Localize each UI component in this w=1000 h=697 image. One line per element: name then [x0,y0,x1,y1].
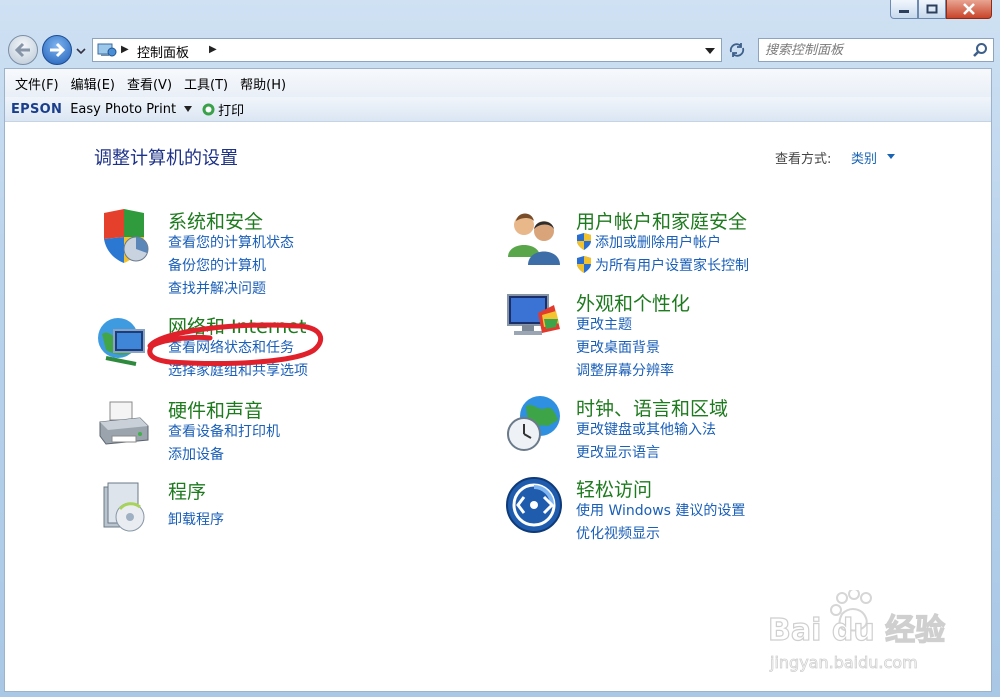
uac-shield-icon [577,256,591,273]
minimize-button[interactable] [890,0,918,19]
link-change-theme[interactable]: 更改主题 [576,314,632,334]
back-button[interactable] [8,35,38,65]
ease-of-access-icon[interactable] [504,475,564,535]
view-by-dropdown[interactable]: 类别 [851,148,877,167]
forward-button[interactable] [42,35,72,65]
shield-icon[interactable] [96,207,156,267]
control-panel-icon [97,43,117,57]
search-icon[interactable] [972,42,988,58]
appearance-monitor-icon[interactable] [504,289,564,349]
refresh-icon [729,43,745,57]
category-title-user-accounts[interactable]: 用户帐户和家庭安全 [576,207,747,234]
link-add-remove-users[interactable]: 添加或删除用户帐户 [576,232,721,252]
address-bar[interactable]: ▶ 控制面板 ▶ [92,38,722,62]
maximize-icon [926,4,938,14]
chevron-down-icon[interactable] [184,106,193,112]
link-homegroup-sharing[interactable]: 选择家庭组和共享选项 [168,360,308,380]
baidu-jingyan-watermark: Bai du 经验 jingyan.baidu.com [767,590,946,672]
menu-edit[interactable]: 编辑(E) [71,74,115,93]
link-view-computer-status[interactable]: 查看您的计算机状态 [168,232,294,252]
link-optimize-video-display[interactable]: 优化视频显示 [576,523,660,543]
category-title-appearance[interactable]: 外观和个性化 [576,289,690,316]
menu-bar: 文件(F) 编辑(E) 查看(V) 工具(T) 帮助(H) [5,69,991,97]
link-change-input-method[interactable]: 更改键盘或其他输入法 [576,419,716,439]
page-title: 调整计算机的设置 [94,148,238,169]
category-title-clock-language-region[interactable]: 时钟、语言和区域 [576,394,728,421]
link-parental-controls[interactable]: 为所有用户设置家长控制 [576,255,749,275]
category-title-network-internet[interactable]: 网络和 Internet [168,312,306,339]
category-title-ease-of-access[interactable]: 轻松访问 [576,475,652,502]
category-title-hardware-sound[interactable]: 硬件和声音 [168,396,263,423]
search-box[interactable] [758,38,994,62]
link-backup-computer[interactable]: 备份您的计算机 [168,255,266,275]
menu-tools[interactable]: 工具(T) [184,74,228,93]
breadcrumb-control-panel[interactable]: 控制面板 [137,42,189,61]
refresh-button[interactable] [724,38,750,62]
link-add-remove-users-label: 添加或删除用户帐户 [595,235,721,251]
category-title-system-security[interactable]: 系统和安全 [168,207,263,234]
uac-shield-icon [577,233,591,250]
maximize-button[interactable] [918,0,946,19]
users-icon[interactable] [504,207,564,267]
easy-photo-print-button[interactable]: Easy Photo Print [70,102,176,117]
network-globe-icon[interactable] [96,312,156,372]
breadcrumb-separator-end[interactable]: ▶ [209,44,217,55]
menu-file[interactable]: 文件(F) [15,74,59,93]
close-button[interactable] [946,0,992,19]
menu-help[interactable]: 帮助(H) [240,74,286,93]
category-title-programs[interactable]: 程序 [168,477,206,504]
minimize-icon [899,10,909,13]
programs-icon[interactable] [96,477,156,537]
link-adjust-resolution[interactable]: 调整屏幕分辨率 [576,360,674,380]
view-by-label: 查看方式: [775,152,832,167]
link-view-network-status[interactable]: 查看网络状态和任务 [168,337,294,357]
link-parental-controls-label: 为所有用户设置家长控制 [595,258,749,274]
link-troubleshoot[interactable]: 查找并解决问题 [168,278,266,298]
clock-globe-icon[interactable] [504,394,564,454]
window-frame: ▶ 控制面板 ▶ 文件(F) 编辑(E) 查看(V) 工具(T) 帮助(H) E… [0,0,1000,697]
svg-text:jingyan.baidu.com: jingyan.baidu.com [769,653,918,672]
svg-text:Bai du 经验: Bai du 经验 [768,613,945,648]
arrow-left-icon [14,42,30,58]
search-input[interactable] [765,41,965,59]
print-button[interactable]: 打印 [218,100,244,119]
menu-view[interactable]: 查看(V) [127,74,172,93]
link-add-device[interactable]: 添加设备 [168,444,224,464]
address-dropdown-icon[interactable] [705,48,715,54]
link-devices-printers[interactable]: 查看设备和打印机 [168,421,280,441]
view-by-chevron-icon[interactable] [887,154,895,159]
printer-icon[interactable] [96,396,156,456]
link-uninstall-program[interactable]: 卸载程序 [168,509,224,529]
history-dropdown-icon[interactable] [75,46,87,56]
arrow-right-icon [50,42,66,58]
epson-toolbar: EPSON Easy Photo Print 打印 [5,97,991,122]
epson-logo: EPSON [11,101,63,117]
link-windows-suggested-settings[interactable]: 使用 Windows 建议的设置 [576,500,745,520]
caption-buttons [890,0,992,22]
link-change-display-language[interactable]: 更改显示语言 [576,442,660,462]
breadcrumb-separator[interactable]: ▶ [121,44,129,55]
close-icon [963,3,975,15]
print-icon [202,103,215,115]
link-change-desktop-background[interactable]: 更改桌面背景 [576,337,660,357]
